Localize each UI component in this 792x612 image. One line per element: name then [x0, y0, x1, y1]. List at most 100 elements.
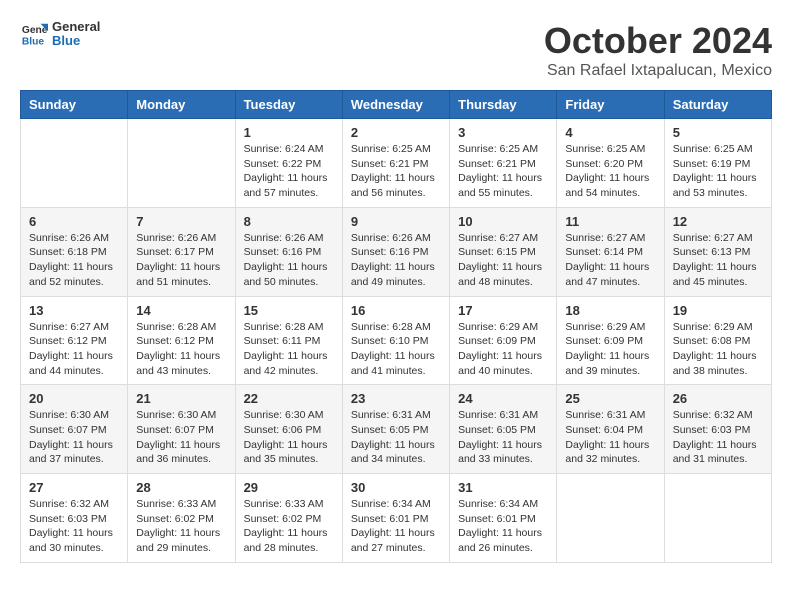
calendar-header-row: SundayMondayTuesdayWednesdayThursdayFrid…	[21, 91, 772, 119]
day-number: 17	[458, 303, 548, 318]
day-number: 9	[351, 214, 441, 229]
calendar-cell: 15 Sunrise: 6:28 AM Sunset: 6:11 PM Dayli…	[235, 296, 342, 385]
day-number: 7	[136, 214, 226, 229]
day-detail: Sunrise: 6:25 AM Sunset: 6:20 PM Dayligh…	[565, 142, 655, 201]
logo-icon: General Blue	[20, 20, 48, 48]
calendar-cell: 24Sunrise: 6:31 AM Sunset: 6:05 PM Dayli…	[450, 385, 557, 474]
calendar-cell: 6 Sunrise: 6:26 AM Sunset: 6:18 PM Daylig…	[21, 207, 128, 296]
weekday-header-monday: Monday	[128, 91, 235, 119]
day-number: 27	[29, 480, 119, 495]
day-detail: Sunrise: 6:34 AM Sunset: 6:01 PM Dayligh…	[351, 497, 441, 556]
calendar-week-row: 6 Sunrise: 6:26 AM Sunset: 6:18 PM Daylig…	[21, 207, 772, 296]
day-detail: Sunrise: 6:32 AM Sunset: 6:03 PM Dayligh…	[673, 408, 763, 467]
calendar-cell: 22 Sunrise: 6:30 AM Sunset: 6:06 PM Dayli…	[235, 385, 342, 474]
day-number: 8	[244, 214, 334, 229]
calendar-cell: 3Sunrise: 6:25 AM Sunset: 6:21 PM Daylig…	[450, 119, 557, 208]
day-detail: Sunrise: 6:27 AM Sunset: 6:15 PM Dayligh…	[458, 231, 548, 290]
calendar-cell: 12Sunrise: 6:27 AM Sunset: 6:13 PM Dayli…	[664, 207, 771, 296]
day-detail: Sunrise: 6:25 AM Sunset: 6:21 PM Dayligh…	[458, 142, 548, 201]
calendar-cell: 4 Sunrise: 6:25 AM Sunset: 6:20 PM Daylig…	[557, 119, 664, 208]
logo-blue-text: Blue	[52, 34, 100, 48]
day-number: 26	[673, 391, 763, 406]
day-detail: Sunrise: 6:27 AM Sunset: 6:14 PM Dayligh…	[565, 231, 655, 290]
calendar-cell: 23 Sunrise: 6:31 AM Sunset: 6:05 PM Dayli…	[342, 385, 449, 474]
day-detail: Sunrise: 6:30 AM Sunset: 6:07 PM Dayligh…	[136, 408, 226, 467]
day-detail: Sunrise: 6:28 AM Sunset: 6:11 PM Dayligh…	[244, 320, 334, 379]
day-detail: Sunrise: 6:28 AM Sunset: 6:12 PM Dayligh…	[136, 320, 226, 379]
day-detail: Sunrise: 6:26 AM Sunset: 6:16 PM Dayligh…	[244, 231, 334, 290]
calendar-cell	[21, 119, 128, 208]
day-detail: Sunrise: 6:28 AM Sunset: 6:10 PM Dayligh…	[351, 320, 441, 379]
weekday-header-tuesday: Tuesday	[235, 91, 342, 119]
day-detail: Sunrise: 6:29 AM Sunset: 6:09 PM Dayligh…	[458, 320, 548, 379]
day-number: 12	[673, 214, 763, 229]
day-number: 6	[29, 214, 119, 229]
day-number: 18	[565, 303, 655, 318]
weekday-header-wednesday: Wednesday	[342, 91, 449, 119]
svg-text:Blue: Blue	[22, 37, 45, 48]
day-detail: Sunrise: 6:34 AM Sunset: 6:01 PM Dayligh…	[458, 497, 548, 556]
calendar-cell	[557, 474, 664, 563]
day-detail: Sunrise: 6:26 AM Sunset: 6:18 PM Dayligh…	[29, 231, 119, 290]
day-detail: Sunrise: 6:31 AM Sunset: 6:05 PM Dayligh…	[351, 408, 441, 467]
calendar-week-row: 13 Sunrise: 6:27 AM Sunset: 6:12 PM Dayli…	[21, 296, 772, 385]
day-number: 19	[673, 303, 763, 318]
day-number: 31	[458, 480, 548, 495]
day-number: 13	[29, 303, 119, 318]
calendar-table: SundayMondayTuesdayWednesdayThursdayFrid…	[20, 90, 772, 563]
day-number: 14	[136, 303, 226, 318]
weekday-header-friday: Friday	[557, 91, 664, 119]
day-detail: Sunrise: 6:31 AM Sunset: 6:04 PM Dayligh…	[565, 408, 655, 467]
calendar-cell: 9 Sunrise: 6:26 AM Sunset: 6:16 PM Daylig…	[342, 207, 449, 296]
calendar-cell: 14 Sunrise: 6:28 AM Sunset: 6:12 PM Dayli…	[128, 296, 235, 385]
day-number: 10	[458, 214, 548, 229]
location-title: San Rafael Ixtapalucan, Mexico	[544, 62, 772, 80]
calendar-cell: 20Sunrise: 6:30 AM Sunset: 6:07 PM Dayli…	[21, 385, 128, 474]
day-detail: Sunrise: 6:30 AM Sunset: 6:06 PM Dayligh…	[244, 408, 334, 467]
day-number: 28	[136, 480, 226, 495]
weekday-header-thursday: Thursday	[450, 91, 557, 119]
day-number: 1	[244, 125, 334, 140]
day-number: 29	[244, 480, 334, 495]
day-number: 11	[565, 214, 655, 229]
calendar-cell: 18 Sunrise: 6:29 AM Sunset: 6:09 PM Dayli…	[557, 296, 664, 385]
calendar-cell	[664, 474, 771, 563]
day-number: 5	[673, 125, 763, 140]
day-number: 25	[565, 391, 655, 406]
calendar-cell: 13 Sunrise: 6:27 AM Sunset: 6:12 PM Dayli…	[21, 296, 128, 385]
day-number: 4	[565, 125, 655, 140]
calendar-cell	[128, 119, 235, 208]
day-detail: Sunrise: 6:33 AM Sunset: 6:02 PM Dayligh…	[136, 497, 226, 556]
day-number: 23	[351, 391, 441, 406]
calendar-cell: 1Sunrise: 6:24 AM Sunset: 6:22 PM Daylig…	[235, 119, 342, 208]
calendar-cell: 5 Sunrise: 6:25 AM Sunset: 6:19 PM Daylig…	[664, 119, 771, 208]
calendar-cell: 31 Sunrise: 6:34 AM Sunset: 6:01 PM Dayli…	[450, 474, 557, 563]
day-number: 20	[29, 391, 119, 406]
logo: General Blue General Blue	[20, 20, 100, 49]
day-detail: Sunrise: 6:26 AM Sunset: 6:16 PM Dayligh…	[351, 231, 441, 290]
title-area: October 2024 San Rafael Ixtapalucan, Mex…	[544, 20, 772, 80]
calendar-cell: 28 Sunrise: 6:33 AM Sunset: 6:02 PM Dayli…	[128, 474, 235, 563]
day-number: 16	[351, 303, 441, 318]
day-detail: Sunrise: 6:31 AM Sunset: 6:05 PM Dayligh…	[458, 408, 548, 467]
calendar-week-row: 1Sunrise: 6:24 AM Sunset: 6:22 PM Daylig…	[21, 119, 772, 208]
logo-general-text: General	[52, 20, 100, 34]
calendar-cell: 7Sunrise: 6:26 AM Sunset: 6:17 PM Daylig…	[128, 207, 235, 296]
calendar-cell: 21Sunrise: 6:30 AM Sunset: 6:07 PM Dayli…	[128, 385, 235, 474]
calendar-cell: 11 Sunrise: 6:27 AM Sunset: 6:14 PM Dayli…	[557, 207, 664, 296]
weekday-header-saturday: Saturday	[664, 91, 771, 119]
calendar-cell: 16 Sunrise: 6:28 AM Sunset: 6:10 PM Dayli…	[342, 296, 449, 385]
day-detail: Sunrise: 6:32 AM Sunset: 6:03 PM Dayligh…	[29, 497, 119, 556]
day-detail: Sunrise: 6:27 AM Sunset: 6:12 PM Dayligh…	[29, 320, 119, 379]
month-title: October 2024	[544, 20, 772, 62]
day-detail: Sunrise: 6:29 AM Sunset: 6:09 PM Dayligh…	[565, 320, 655, 379]
day-detail: Sunrise: 6:25 AM Sunset: 6:21 PM Dayligh…	[351, 142, 441, 201]
day-number: 15	[244, 303, 334, 318]
weekday-header-sunday: Sunday	[21, 91, 128, 119]
calendar-cell: 26 Sunrise: 6:32 AM Sunset: 6:03 PM Dayli…	[664, 385, 771, 474]
day-detail: Sunrise: 6:25 AM Sunset: 6:19 PM Dayligh…	[673, 142, 763, 201]
page-header: General Blue General Blue October 2024 S…	[20, 20, 772, 80]
day-number: 22	[244, 391, 334, 406]
calendar-cell: 27 Sunrise: 6:32 AM Sunset: 6:03 PM Dayli…	[21, 474, 128, 563]
calendar-cell: 30Sunrise: 6:34 AM Sunset: 6:01 PM Dayli…	[342, 474, 449, 563]
